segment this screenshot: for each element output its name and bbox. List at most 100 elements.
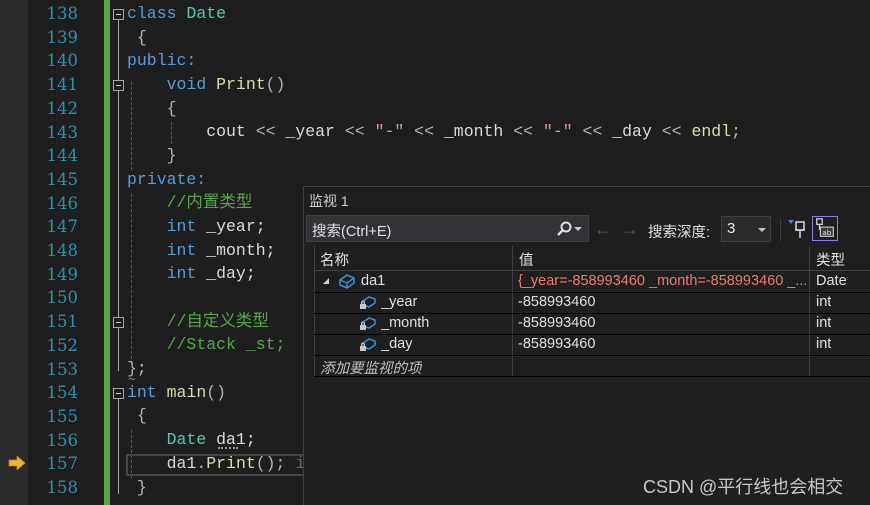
collapse-expander-icon[interactable]	[323, 278, 329, 284]
function-name: Print	[216, 75, 266, 94]
brace: {	[166, 99, 177, 118]
operator: <<	[572, 122, 613, 141]
access-specifier: private:	[127, 170, 207, 189]
search-forward-arrow-icon[interactable]: →	[621, 220, 639, 238]
comment: //Stack _st;	[166, 335, 286, 354]
endl: endl	[691, 122, 732, 141]
search-depth-value: 3	[727, 220, 736, 237]
line-number: 144	[46, 146, 79, 166]
watch-value[interactable]: -858993460	[518, 294, 595, 310]
code-line-152[interactable]: //Stack _st;	[127, 333, 286, 357]
line-number: 152	[46, 335, 79, 355]
watch-row-day[interactable]: _day -858993460 int	[314, 334, 870, 356]
code-line-146[interactable]: //内置类型	[127, 191, 253, 215]
pin-filter-icon[interactable]	[787, 217, 809, 241]
code-line-158[interactable]: }	[127, 476, 147, 500]
line-number: 141	[46, 75, 79, 95]
line-number: 145	[46, 169, 79, 189]
line-number: 150	[46, 288, 79, 308]
column-header-type[interactable]: 类型	[816, 249, 845, 270]
search-placeholder: 搜索(Ctrl+E)	[312, 224, 392, 240]
watch-row-add[interactable]: 添加要监视的项	[314, 355, 870, 377]
column-header-value[interactable]: 值	[519, 249, 534, 270]
code-line-138[interactable]: class Date	[127, 2, 226, 26]
code-line-142[interactable]: {	[127, 97, 177, 121]
brace: }	[136, 478, 147, 497]
brace: {	[136, 406, 147, 425]
watch-name: _day	[381, 336, 413, 352]
code-line-144[interactable]: }	[127, 144, 177, 168]
line-number: 138	[46, 4, 79, 23]
watch-type: int	[816, 315, 832, 331]
fold-line	[118, 91, 119, 371]
code-line-147[interactable]: int _year;	[127, 215, 266, 239]
variable: da1	[166, 454, 197, 473]
cout: cout	[206, 122, 246, 141]
code-line-157[interactable]: da1.Print(); i	[127, 452, 306, 476]
code-line-148[interactable]: int _month;	[127, 239, 276, 263]
string-literal: "-"	[542, 122, 573, 141]
code-line-154[interactable]: int main()	[127, 381, 226, 405]
search-back-arrow-icon[interactable]: ←	[594, 220, 612, 238]
change-tracking-bar	[104, 0, 110, 505]
watch-value[interactable]: -858993460	[518, 315, 595, 331]
search-input[interactable]: 搜索(Ctrl+E)	[306, 215, 589, 242]
string-literal: "-"	[374, 122, 405, 141]
keyword: int	[166, 241, 197, 260]
watch-row-month[interactable]: _month -858993460 int	[314, 313, 870, 335]
keyword: int	[166, 217, 197, 236]
parens: ()	[265, 75, 286, 94]
search-icon[interactable]	[556, 221, 572, 237]
code-line-140[interactable]: public:	[127, 49, 196, 73]
parens: ()	[206, 383, 227, 402]
line-number: 153	[46, 359, 79, 379]
search-options-chevron-icon[interactable]	[574, 227, 582, 231]
code-line-149[interactable]: int _day;	[127, 262, 256, 286]
line-number: 140	[46, 51, 79, 71]
watch-window: 监视 1 搜索(Ctrl+E) ← → 搜索深度: 3 ab 名称 值 类型 d…	[303, 186, 870, 505]
search-depth-select[interactable]: 3	[721, 216, 771, 242]
watch-row-da1[interactable]: da1 {_year=-858993460 _month=-858993460 …	[314, 271, 870, 293]
hexadecimal-display-icon[interactable]: ab	[812, 216, 838, 241]
keyword: void	[166, 75, 207, 94]
line-number: 158	[46, 478, 79, 497]
collapse-main-icon[interactable]	[113, 388, 124, 399]
toolbar-divider	[780, 219, 781, 241]
keyword: class	[127, 4, 177, 23]
collapse-comment-icon[interactable]	[113, 317, 124, 328]
code-line-145[interactable]: private:	[127, 168, 206, 192]
line-number: 147	[46, 217, 79, 237]
line-number: 156	[46, 430, 79, 450]
member-day: _day	[612, 122, 652, 141]
chevron-down-icon	[758, 228, 766, 232]
search-depth-label: 搜索深度:	[648, 225, 711, 241]
type-name: Date	[166, 430, 207, 449]
code-line-151[interactable]: //自定义类型	[127, 310, 269, 334]
line-number: 155	[46, 406, 79, 426]
watch-type: Date	[816, 273, 847, 289]
grid-header: 名称 值 类型	[314, 246, 870, 271]
watch-value[interactable]: {_year=-858993460 _month=-858993460 _...	[518, 273, 806, 289]
code-line-141[interactable]: void Print()	[127, 73, 286, 97]
semicolon: ;	[731, 122, 741, 141]
indicator-margin[interactable]	[0, 0, 28, 505]
current-statement-arrow-icon	[8, 456, 26, 470]
code-line-143[interactable]: cout << _year << "-" << _month << "-" <<…	[127, 120, 741, 144]
code-line-155[interactable]: {	[127, 404, 147, 428]
line-number: 149	[46, 264, 79, 284]
column-header-name[interactable]: 名称	[320, 249, 349, 270]
line-number: 157	[46, 454, 79, 474]
watch-value[interactable]: -858993460	[518, 336, 595, 352]
fold-line	[118, 399, 119, 494]
watch-title: 监视 1	[309, 193, 349, 209]
class-name: Date	[186, 4, 227, 23]
suggestion-dots[interactable]	[218, 447, 238, 449]
collapse-class-icon[interactable]	[113, 9, 124, 20]
add-watch-placeholder[interactable]: 添加要监视的项	[320, 357, 422, 378]
collapse-method-icon[interactable]	[113, 80, 124, 91]
watch-name: da1	[361, 273, 386, 289]
watch-row-year[interactable]: _year -858993460 int	[314, 292, 870, 314]
code-line-139[interactable]: {	[127, 26, 147, 50]
brace: {	[136, 28, 147, 47]
comment: //内置类型	[166, 193, 253, 212]
